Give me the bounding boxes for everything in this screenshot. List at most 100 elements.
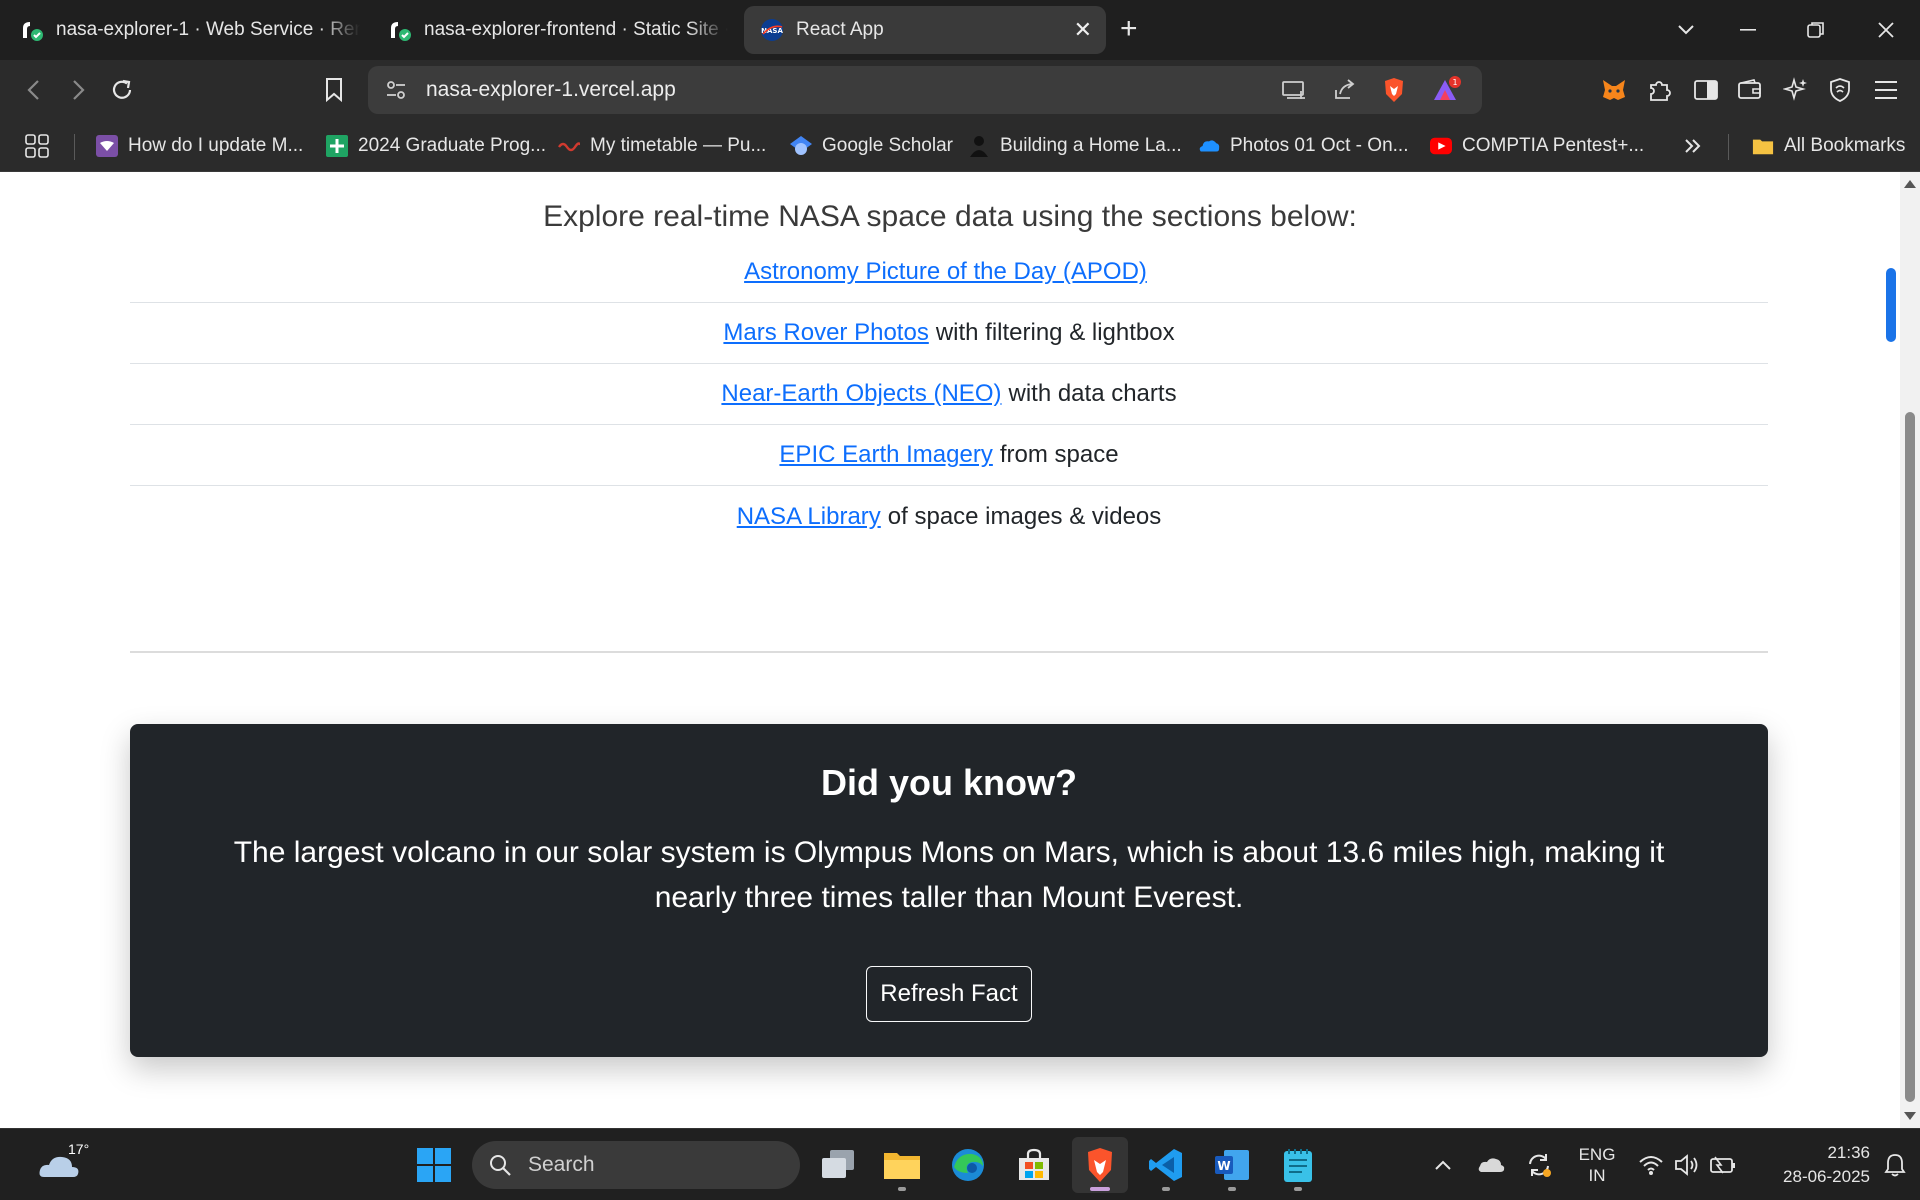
browser-toolbar: nasa-explorer-1.vercel.app 1: [0, 60, 1920, 120]
tab-title: nasa-explorer-frontend · Static Site · R…: [424, 19, 728, 40]
onedrive-icon: [1198, 135, 1220, 157]
bookmark-item[interactable]: How do I update M...: [96, 130, 303, 162]
extensions-puzzle-icon[interactable]: [1642, 72, 1678, 108]
section-list: Astronomy Picture of the Day (APOD) Mars…: [130, 242, 1768, 547]
tab-search-chevron-icon[interactable]: [1664, 8, 1708, 52]
green-plus-icon: [326, 135, 348, 157]
neo-link[interactable]: Near-Earth Objects (NEO): [721, 380, 1001, 408]
brave-browser-icon[interactable]: [1072, 1137, 1128, 1193]
vscode-icon[interactable]: [1138, 1137, 1194, 1193]
list-item: NASA Library of space images & videos: [736, 502, 1162, 531]
sync-icon[interactable]: [1522, 1129, 1556, 1200]
list-item: Astronomy Picture of the Day (APOD): [130, 242, 1768, 303]
weather-widget[interactable]: 17°: [20, 1129, 100, 1200]
list-item: Near-Earth Objects (NEO) with data chart…: [130, 364, 1768, 425]
minimize-icon[interactable]: [1726, 8, 1770, 52]
list-item: EPIC Earth Imagery from space: [130, 425, 1768, 486]
start-windows-icon[interactable]: [406, 1137, 462, 1193]
render-check-icon: [388, 18, 412, 42]
clock-date: 28-06-2025: [1783, 1167, 1870, 1186]
scholar-icon: [790, 135, 812, 157]
scrollbar[interactable]: [1900, 172, 1920, 1128]
brave-shields-icon[interactable]: [1378, 74, 1410, 106]
page-viewport: Explore real-time NASA space data using …: [0, 172, 1900, 1128]
tab-render-web-service[interactable]: nasa-explorer-1 · Web Service · Render: [20, 6, 360, 54]
tab-react-app[interactable]: NASA React App ✕: [744, 6, 1106, 54]
address-bar[interactable]: nasa-explorer-1.vercel.app 1: [368, 66, 1482, 114]
all-bookmarks-button[interactable]: All Bookmarks: [1752, 130, 1905, 162]
microsoft-store-icon[interactable]: [1006, 1137, 1062, 1193]
more-bookmarks-chevron-icon[interactable]: [1684, 130, 1702, 162]
fact-title: Did you know?: [821, 762, 1077, 803]
url-text: nasa-explorer-1.vercel.app: [426, 78, 676, 101]
tab-render-static-site[interactable]: nasa-explorer-frontend · Static Site · R…: [388, 6, 728, 54]
clock[interactable]: 21:36 28-06-2025: [1750, 1129, 1870, 1200]
edge-browser-icon[interactable]: [940, 1137, 996, 1193]
back-icon[interactable]: [14, 70, 54, 110]
bookmark-item[interactable]: Photos 01 Oct - On...: [1198, 130, 1408, 162]
epic-link[interactable]: EPIC Earth Imagery: [779, 441, 992, 469]
fact-card: Did you know? The largest volcano in our…: [130, 724, 1768, 1057]
menu-icon[interactable]: [1868, 72, 1904, 108]
metamask-icon[interactable]: [1596, 72, 1632, 108]
scroll-position-indicator: [1886, 268, 1896, 342]
scrollbar-thumb[interactable]: [1905, 412, 1915, 1102]
mars-rover-link[interactable]: Mars Rover Photos: [723, 319, 928, 347]
render-check-icon: [20, 18, 44, 42]
share-icon[interactable]: [1328, 74, 1360, 106]
bookmarks-bar: How do I update M... 2024 Graduate Prog.…: [0, 120, 1920, 172]
bookmark-item[interactable]: 2024 Graduate Prog...: [326, 130, 546, 162]
volume-icon[interactable]: [1672, 1129, 1702, 1200]
person-icon: [968, 135, 990, 157]
restore-icon[interactable]: [1794, 8, 1838, 52]
bookmark-item[interactable]: My timetable — Pu...: [558, 130, 766, 162]
svg-text:W: W: [1217, 1159, 1230, 1173]
search-icon: [490, 1155, 511, 1176]
refresh-fact-button[interactable]: Refresh Fact: [866, 966, 1032, 1022]
cast-icon[interactable]: [1278, 74, 1310, 106]
folder-icon: [1752, 135, 1774, 157]
notepad-icon[interactable]: [1270, 1137, 1326, 1193]
file-explorer-icon[interactable]: [874, 1137, 930, 1193]
clock-time: 21:36: [1827, 1143, 1870, 1162]
wallet-icon[interactable]: [1732, 72, 1768, 108]
battery-icon[interactable]: [1708, 1129, 1738, 1200]
site-settings-icon[interactable]: [380, 74, 412, 106]
wifi-icon[interactable]: [1636, 1129, 1666, 1200]
bookmark-page-icon[interactable]: [314, 70, 354, 110]
sidebar-toggle-icon[interactable]: [1688, 72, 1724, 108]
windows-taskbar: 17° Search W ENG IN 21:36 28-06-2025: [0, 1128, 1920, 1200]
language-indicator[interactable]: ENG IN: [1572, 1129, 1622, 1200]
show-hidden-icons-chevron-icon[interactable]: [1428, 1129, 1458, 1200]
nasa-library-link[interactable]: NASA Library: [737, 503, 881, 531]
apod-link[interactable]: Astronomy Picture of the Day (APOD): [744, 258, 1147, 286]
fact-text: The largest volcano in our solar system …: [233, 836, 1665, 914]
scroll-down-arrow-icon[interactable]: [1904, 1112, 1916, 1120]
purple-bookmark-icon: [96, 135, 118, 157]
vpn-shield-icon[interactable]: [1822, 72, 1858, 108]
intro-text: Explore real-time NASA space data using …: [543, 200, 1357, 233]
new-tab-button[interactable]: +: [1120, 12, 1138, 46]
reload-icon[interactable]: [102, 70, 142, 110]
bookmark-item[interactable]: Building a Home La...: [968, 130, 1182, 162]
scroll-up-arrow-icon[interactable]: [1904, 180, 1916, 188]
notifications-icon[interactable]: [1880, 1129, 1910, 1200]
svg-text:NASA: NASA: [761, 27, 783, 35]
brave-rewards-icon[interactable]: 1: [1430, 74, 1462, 106]
tab-title: React App: [796, 19, 884, 40]
bookmark-item[interactable]: COMPTIA Pentest+...: [1430, 130, 1644, 162]
word-icon[interactable]: W: [1204, 1137, 1260, 1193]
taskbar-search-input[interactable]: Search: [472, 1141, 800, 1189]
close-tab-icon[interactable]: ✕: [1074, 17, 1092, 43]
list-item: Mars Rover Photos with filtering & light…: [130, 303, 1768, 364]
browser-tab-strip: nasa-explorer-1 · Web Service · Render n…: [0, 0, 1920, 60]
divider: [130, 651, 1768, 653]
onedrive-tray-icon[interactable]: [1474, 1129, 1508, 1200]
task-view-icon[interactable]: [810, 1137, 866, 1193]
youtube-icon: [1430, 135, 1452, 157]
forward-icon[interactable]: [58, 70, 98, 110]
apps-grid-icon[interactable]: [24, 130, 50, 162]
leo-ai-icon[interactable]: [1778, 72, 1814, 108]
close-window-icon[interactable]: [1864, 8, 1908, 52]
bookmark-item[interactable]: Google Scholar: [790, 130, 953, 162]
